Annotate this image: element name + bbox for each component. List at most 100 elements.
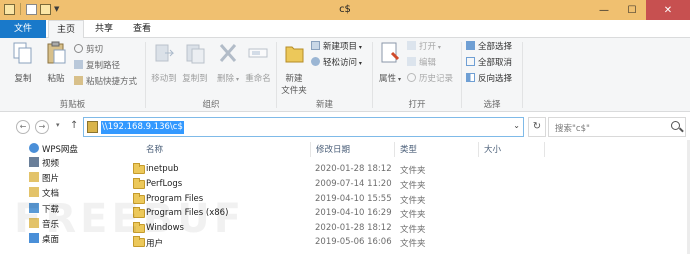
select-all-icon xyxy=(466,41,475,50)
arrow-left-icon: ← xyxy=(19,122,27,131)
group-label-select: 选择 xyxy=(483,100,501,110)
group-label-clipboard: 剪贴板 xyxy=(59,100,86,110)
select-all-button[interactable]: 全部选择 xyxy=(466,41,512,54)
select-none-label: 全部取消 xyxy=(478,58,513,68)
new-item-button[interactable]: 新建项目 ▾ xyxy=(311,41,362,54)
file-name: inetpub xyxy=(146,164,179,174)
new-item-icon xyxy=(311,41,320,50)
tab-view[interactable]: 查看 xyxy=(124,20,160,38)
file-row[interactable]: inetpub 2020-01-28 18:12 文件夹 xyxy=(130,163,510,177)
file-type: 文件夹 xyxy=(400,196,426,206)
network-drive-icon xyxy=(87,121,98,133)
file-date: 2020-01-28 18:12 xyxy=(315,164,392,174)
group-divider xyxy=(522,42,523,108)
recent-locations-button[interactable]: ▾ xyxy=(56,121,60,129)
invert-selection-button[interactable]: 反向选择 xyxy=(466,73,512,86)
properties-label: 属性 xyxy=(379,74,397,84)
copy-path-icon xyxy=(74,60,83,69)
column-header-date[interactable]: 修改日期 xyxy=(316,143,350,155)
copy-icon xyxy=(13,42,32,64)
watermark: FREEBUF xyxy=(14,196,246,242)
open-button[interactable]: 打开 ▾ xyxy=(407,41,441,54)
copy-button[interactable]: 复制 xyxy=(7,41,39,84)
window-title: c$ xyxy=(339,4,351,15)
properties-button[interactable]: 属性 ▾ xyxy=(374,41,406,84)
column-divider[interactable] xyxy=(544,142,545,157)
nav-item-label: WPS网盘 xyxy=(42,145,78,155)
chevron-down-icon: ▾ xyxy=(396,76,401,83)
tab-file[interactable]: 文件 xyxy=(0,20,46,38)
copy-path-button[interactable]: 复制路径 xyxy=(74,60,120,73)
address-bar[interactable]: \\192.168.9.136\c$ ⌄ xyxy=(83,117,524,137)
up-button[interactable]: ↑ xyxy=(70,120,78,131)
file-row[interactable]: PerfLogs 2009-07-14 11:20 文件夹 xyxy=(130,178,510,192)
new-folder-button[interactable]: 新建 文件夹 xyxy=(278,41,310,96)
search-box[interactable]: 搜索"c$" xyxy=(548,117,686,137)
edit-label: 编辑 xyxy=(419,58,437,68)
address-path[interactable]: \\192.168.9.136\c$ xyxy=(101,121,184,134)
move-to-icon xyxy=(155,44,175,62)
file-type: 文件夹 xyxy=(400,181,426,191)
tab-home[interactable]: 主页 xyxy=(48,20,84,39)
paste-icon xyxy=(47,41,66,64)
nav-item-wps-cloud[interactable]: WPS网盘 xyxy=(29,143,78,156)
nav-item-videos[interactable]: 视频 xyxy=(29,157,59,170)
file-type: 文件夹 xyxy=(400,166,426,176)
file-type: 文件夹 xyxy=(400,210,426,220)
column-header-name[interactable]: 名称 xyxy=(146,143,163,155)
nav-item-pictures[interactable]: 图片 xyxy=(29,172,59,185)
search-icon[interactable] xyxy=(671,121,680,130)
history-label: 历史记录 xyxy=(419,74,454,84)
arrow-up-icon: ↑ xyxy=(70,120,79,131)
group-label-new: 新建 xyxy=(315,100,333,110)
edit-button[interactable]: 编辑 xyxy=(407,57,436,70)
file-date: 2020-01-28 18:12 xyxy=(315,223,392,233)
delete-label: 删除 xyxy=(217,74,235,84)
column-divider[interactable] xyxy=(478,142,479,157)
back-button[interactable]: ← xyxy=(16,120,30,134)
paste-shortcut-button[interactable]: 粘贴快捷方式 xyxy=(74,76,137,89)
paste-button[interactable]: 粘贴 xyxy=(40,41,72,84)
ribbon: 复制 粘贴 剪切 复制路径 粘贴快捷方式 剪贴板 移动到 复制到 删除 ▾ 重命… xyxy=(0,38,690,112)
file-date: 2019-04-10 16:29 xyxy=(315,208,392,218)
close-button[interactable]: ✕ xyxy=(646,0,690,20)
scissors-icon xyxy=(74,44,83,53)
cut-button[interactable]: 剪切 xyxy=(74,44,103,57)
copy-to-label: 复制到 xyxy=(182,74,208,84)
group-organize: 移动到 复制到 删除 ▾ 重命名 组织 xyxy=(146,38,276,112)
chevron-down-icon[interactable]: ⌄ xyxy=(513,121,520,130)
search-placeholder: 搜索"c$" xyxy=(555,124,590,134)
easy-access-icon xyxy=(311,57,320,66)
column-header-size[interactable]: 大小 xyxy=(484,143,501,155)
title-bar: ▼ c$ — ☐ ✕ xyxy=(0,0,690,20)
folder-icon xyxy=(133,178,145,189)
maximize-icon: ☐ xyxy=(627,4,637,16)
group-label-open: 打开 xyxy=(408,100,426,110)
file-type: 文件夹 xyxy=(400,239,426,249)
arrow-right-icon: → xyxy=(38,122,46,131)
select-none-button[interactable]: 全部取消 xyxy=(466,57,512,70)
cloud-icon xyxy=(29,143,39,153)
forward-button[interactable]: → xyxy=(35,120,49,134)
maximize-button[interactable]: ☐ xyxy=(618,0,646,20)
copy-to-icon xyxy=(186,44,205,64)
file-date: 2009-07-14 11:20 xyxy=(315,179,392,189)
cut-label: 剪切 xyxy=(86,45,104,55)
select-all-label: 全部选择 xyxy=(478,42,513,52)
video-folder-icon xyxy=(29,157,39,167)
column-divider[interactable] xyxy=(394,142,395,157)
rename-button[interactable]: 重命名 xyxy=(242,41,274,84)
history-button[interactable]: 历史记录 xyxy=(407,73,453,86)
navigation-bar: ← → ▾ ↑ \\192.168.9.136\c$ ⌄ ↻ 搜索"c$" xyxy=(0,112,690,140)
chevron-down-icon: ▾ xyxy=(357,44,362,51)
copy-to-button[interactable]: 复制到 xyxy=(179,41,211,84)
delete-button[interactable]: 删除 ▾ xyxy=(212,41,244,84)
column-header-type[interactable]: 类型 xyxy=(400,143,417,155)
minimize-button[interactable]: — xyxy=(590,0,618,20)
tab-share[interactable]: 共享 xyxy=(86,20,122,38)
paste-shortcut-label: 粘贴快捷方式 xyxy=(86,77,138,87)
column-divider[interactable] xyxy=(310,142,311,157)
refresh-button[interactable]: ↻ xyxy=(528,117,546,137)
move-to-button[interactable]: 移动到 xyxy=(148,41,180,84)
easy-access-button[interactable]: 轻松访问 ▾ xyxy=(311,57,362,70)
